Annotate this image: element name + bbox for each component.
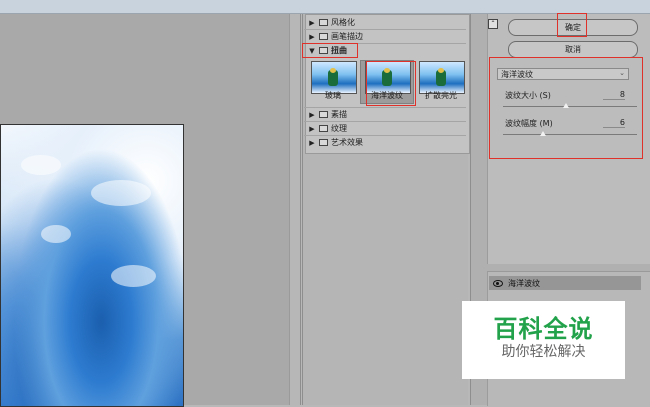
watermark: 百科全说 助你轻松解决: [462, 301, 625, 379]
eye-icon[interactable]: [493, 279, 503, 287]
cancel-button[interactable]: 取消: [508, 41, 638, 58]
preview-image: [0, 124, 184, 407]
expand-arrow-icon[interactable]: ▶: [308, 111, 316, 119]
watermark-title: 百科全说: [493, 315, 594, 343]
expand-arrow-icon[interactable]: ▶: [308, 19, 316, 27]
ripple-size-value[interactable]: 8: [603, 90, 625, 100]
ripple-size-slider[interactable]: [503, 106, 637, 107]
preview-scrollbar[interactable]: [289, 14, 300, 405]
folder-icon: [319, 47, 328, 54]
collapse-arrow-icon[interactable]: ▼: [308, 47, 316, 55]
category-stylize[interactable]: ▶ 风格化: [308, 17, 355, 28]
category-artistic[interactable]: ▶ 艺术效果: [308, 137, 363, 148]
ripple-size-label: 波纹大小 (S): [505, 91, 551, 100]
category-sketch[interactable]: ▶ 素描: [308, 109, 347, 120]
ok-button[interactable]: 确定: [508, 19, 638, 36]
filter-dropdown[interactable]: 海洋波纹 ⌄: [497, 68, 629, 80]
expand-arrow-icon[interactable]: ▶: [308, 125, 316, 133]
folder-icon: [319, 125, 328, 132]
ripple-magnitude-slider[interactable]: [503, 134, 637, 135]
expand-arrow-icon[interactable]: ▶: [308, 33, 316, 41]
ripple-magnitude-value[interactable]: 6: [603, 118, 625, 128]
ripple-size-slider-handle[interactable]: [562, 103, 569, 108]
thumbnail-label: 海洋波纹: [371, 91, 403, 100]
preview-panel[interactable]: [0, 14, 301, 407]
effect-layer-row[interactable]: 海洋波纹: [489, 276, 641, 290]
title-bar: [0, 0, 650, 14]
ripple-magnitude-slider-handle[interactable]: [540, 131, 547, 136]
chevron-down-icon: ⌄: [619, 69, 625, 77]
folder-icon: [319, 19, 328, 26]
folder-icon: [319, 111, 328, 118]
thumbnail-label: 扩散亮光: [425, 91, 457, 100]
ripple-magnitude-label: 波纹幅度 (M): [505, 119, 553, 128]
folder-icon: [319, 139, 328, 146]
collapse-gallery-icon[interactable]: ⌃: [488, 19, 498, 29]
category-brush-strokes[interactable]: ▶ 画笔描边: [308, 31, 363, 42]
category-texture[interactable]: ▶ 纹理: [308, 123, 347, 134]
watermark-subtitle: 助你轻松解决: [501, 344, 586, 360]
thumbnail-label: 玻璃: [325, 91, 341, 100]
expand-arrow-icon[interactable]: ▶: [308, 139, 316, 147]
folder-icon: [319, 33, 328, 40]
category-distort[interactable]: ▼ 扭曲: [308, 45, 347, 56]
